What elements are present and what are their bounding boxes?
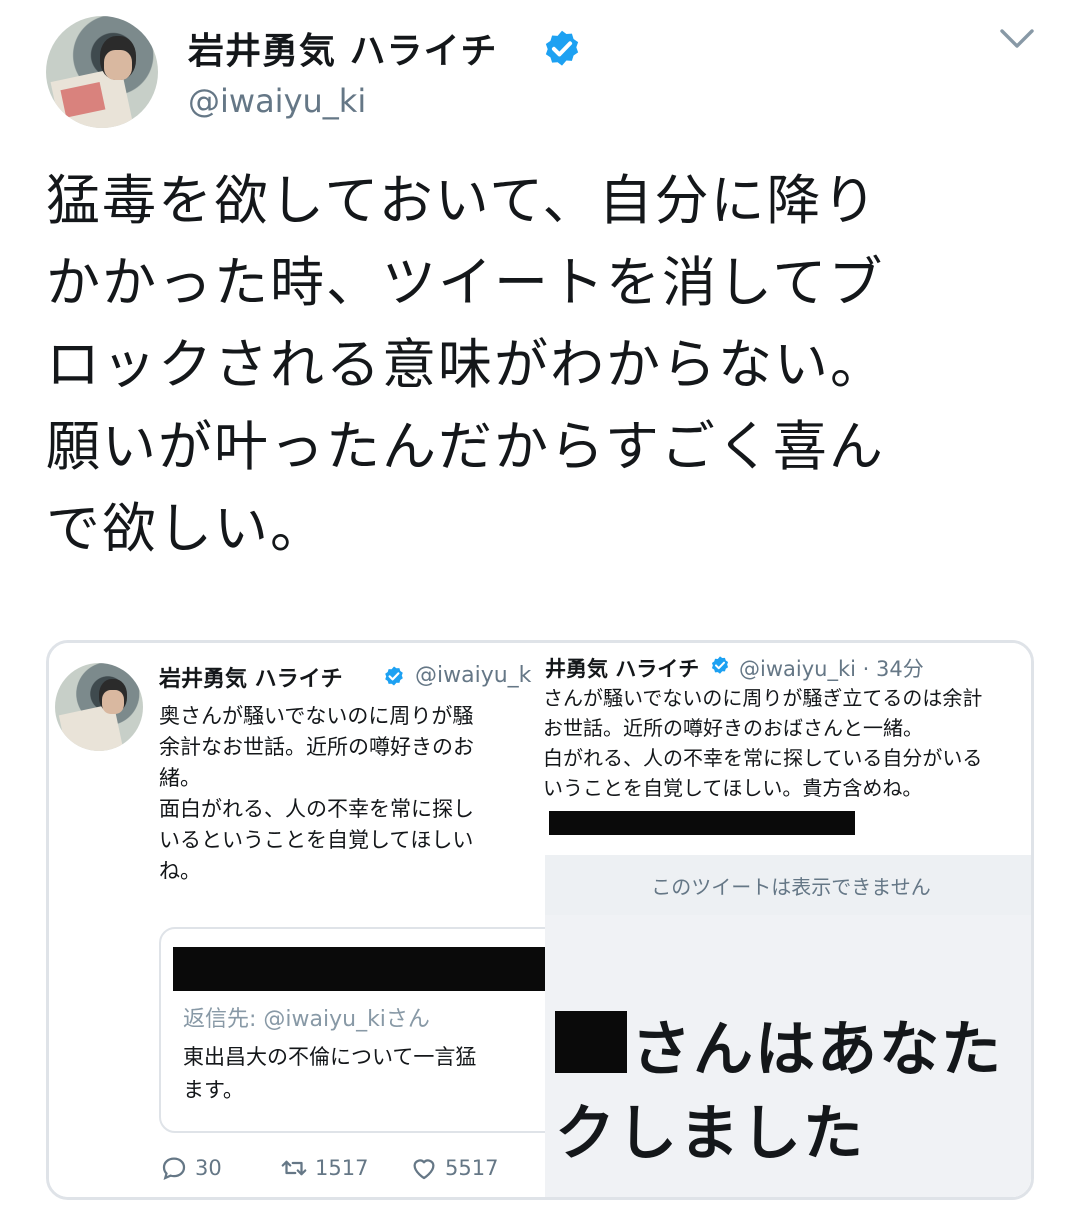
retweet-count: 1517 [315, 1156, 369, 1180]
quoted-tweet-text: 東出昌大の不倫について一言猛 ます。 [183, 1045, 477, 1102]
tweet-unavailable-notice: このツイートは表示できません [545, 855, 1031, 915]
embedded-display-name: 井勇気 ハライチ [545, 657, 700, 681]
user-handle[interactable]: @iwaiyu_ki [188, 82, 366, 120]
embedded-handle-time: @iwaiyu_ki · 34分 [739, 657, 924, 681]
embedded-avatar [55, 663, 143, 751]
tweet-media-image[interactable]: 岩井勇気 ハライチ @iwaiyu_k 奥さんが騒いでないのに周りが騒 余計なお… [46, 640, 1034, 1200]
profile-avatar[interactable] [46, 16, 158, 128]
blocked-text-line1: さんはあなた [631, 1015, 1003, 1085]
redaction-bar [549, 811, 855, 835]
tweet-actions: 30 1517 5517 [159, 1153, 539, 1187]
redaction-bar [555, 1011, 627, 1073]
retweet-action: 1517 [279, 1153, 368, 1183]
embedded-handle: @iwaiyu_k [415, 663, 532, 688]
like-action: 5517 [409, 1153, 498, 1183]
verified-badge-icon [545, 30, 579, 66]
like-count: 5517 [445, 1156, 499, 1180]
tweet-text: 猛毒を欲しておいて、自分に降り かかった時、ツイートを消してブ ロックされる意味… [46, 169, 886, 560]
blocked-text-line2: クしました [555, 1099, 865, 1169]
verified-badge-icon [385, 666, 403, 686]
verified-badge-icon [711, 656, 729, 674]
embedded-tweet-text: 奥さんが騒いでないのに周りが騒 余計なお世話。近所の噂好きのお 緒。 面白がれる… [159, 704, 474, 883]
reply-action: 30 [159, 1153, 222, 1183]
chevron-down-icon[interactable] [998, 26, 1036, 52]
embedded-tweet-left: 岩井勇気 ハライチ @iwaiyu_k 奥さんが騒いでないのに周りが騒 余計なお… [49, 643, 545, 1197]
quoted-tweet: 返信先: @iwaiyu_kiさん 東出昌大の不倫について一言猛 ます。 [159, 927, 545, 1133]
reply-to-label: 返信先: @iwaiyu_kiさん [183, 1007, 430, 1032]
embedded-tweet-right: 井勇気 ハライチ @iwaiyu_ki · 34分 さんが騒いでないのに周りが騒… [545, 643, 1031, 1197]
embedded-tweet-text: さんが騒いでないのに周りが騒ぎ立てるのは余計 お世話。近所の噂好きのおばさんと一… [545, 686, 983, 800]
reply-icon [162, 1157, 186, 1180]
retweet-icon [281, 1160, 307, 1176]
reply-count: 30 [195, 1156, 222, 1180]
like-icon [413, 1159, 435, 1180]
display-name[interactable]: 岩井勇気 ハライチ [188, 22, 498, 74]
blocked-notice: さんはあなた クしました [545, 915, 1031, 1197]
embedded-display-name: 岩井勇気 ハライチ [159, 667, 343, 692]
redaction-bar [173, 947, 545, 991]
